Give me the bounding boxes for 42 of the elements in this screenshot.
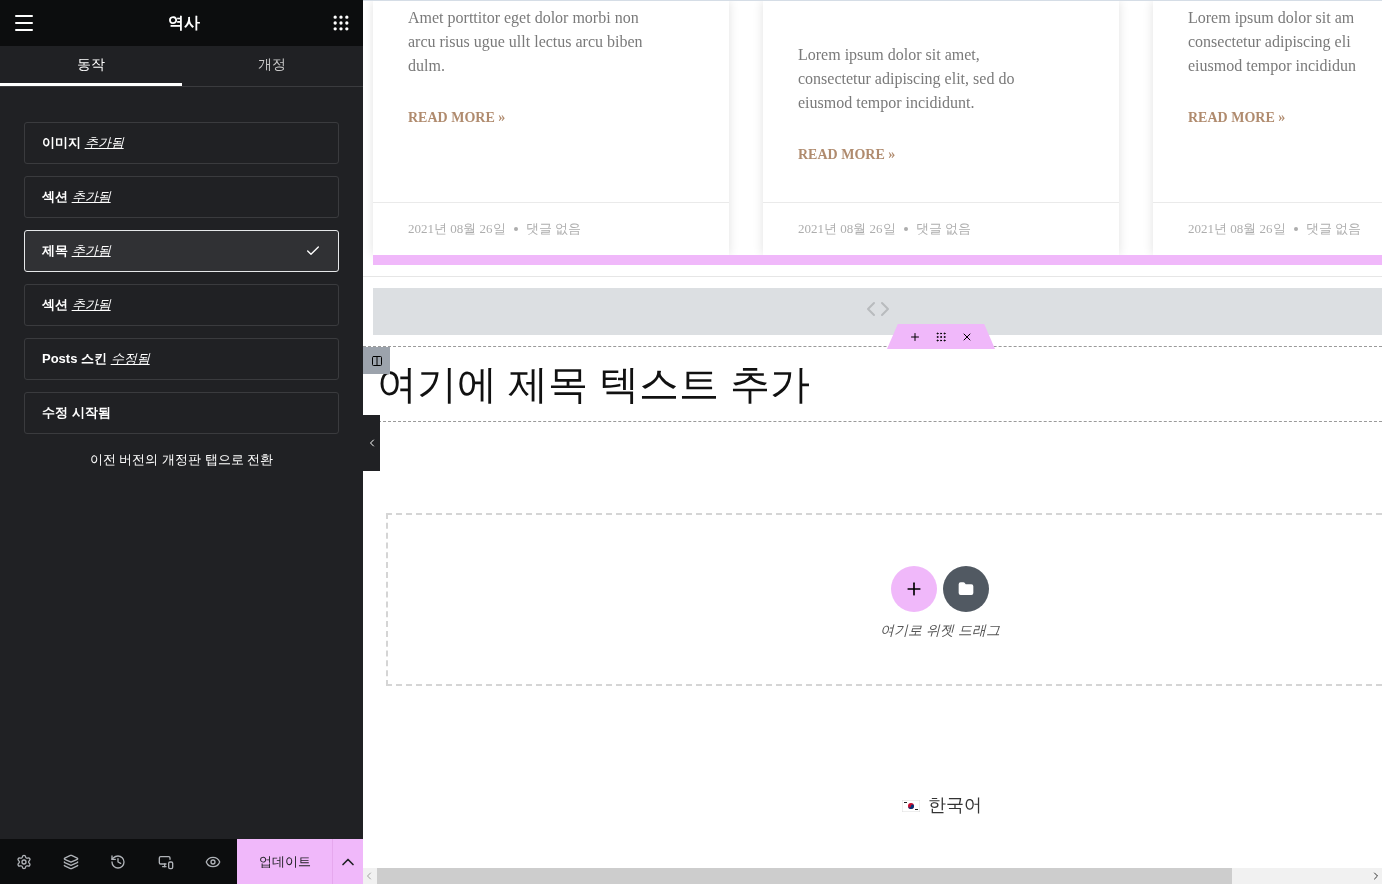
update-button[interactable]: 업데이트 xyxy=(237,839,332,884)
post-excerpt: Lorem ipsum dolor sit amet, consectetur adipiscing elit, sed do eiusmod tempor incididunt. xyxy=(798,45,1016,114)
layers-icon[interactable] xyxy=(63,853,80,870)
history-item[interactable]: Posts 스킨 수정됨 xyxy=(24,338,339,380)
panel-title: 역사 xyxy=(167,13,200,33)
history-item-label: 섹션 추가됨 xyxy=(42,188,111,207)
template-library-button[interactable] xyxy=(943,566,989,612)
post-excerpt: Amet porttitor eget dolor morbi non arcu risus ugue ullt lectus arcu biben dulm. xyxy=(408,8,644,76)
panel-tab[interactable]: 동작 xyxy=(0,46,182,86)
history-item[interactable]: 이미지 추가됨 xyxy=(24,122,339,164)
history-item-label: 이미지 추가됨 xyxy=(42,134,124,153)
post-excerpt: Lorem ipsum dolor sit am consectetur adipiscing eli eiusmod tempor incididun xyxy=(1188,8,1357,77)
post-comments: 댓글 없음 xyxy=(1305,220,1361,239)
columns-icon xyxy=(370,354,383,367)
panel-tab[interactable]: 개정 xyxy=(181,46,363,86)
history-item[interactable]: 수정 시작됨 xyxy=(24,392,339,434)
switch-revisions-link[interactable]: 이전 버전의 개정판 탭으로 전환 xyxy=(24,450,339,470)
post-comments: 댓글 없음 xyxy=(915,220,971,239)
history-item[interactable]: 섹션 추가됨 xyxy=(24,176,339,218)
history-icon[interactable] xyxy=(110,853,127,870)
horizontal-scrollbar[interactable] xyxy=(363,868,1382,884)
folder-icon xyxy=(958,581,974,597)
post-date: 2021년 08월 26일 xyxy=(408,220,506,239)
drop-hint: 여기로 위젯 드래그 xyxy=(880,621,1000,640)
history-item[interactable]: 섹션 추가됨 xyxy=(24,284,339,326)
history-item-label: 수정 시작됨 xyxy=(42,404,111,423)
post-date: 2021년 08월 26일 xyxy=(798,220,896,239)
settings-icon[interactable] xyxy=(15,853,32,870)
responsive-icon[interactable] xyxy=(157,853,174,870)
apps-grid-icon[interactable] xyxy=(331,13,351,33)
add-section-button[interactable] xyxy=(891,566,937,612)
history-item[interactable]: 제목 추가됨 xyxy=(24,230,339,272)
drag-handle-icon[interactable] xyxy=(935,330,947,343)
history-item-label: 제목 추가됨 xyxy=(42,242,111,261)
history-item-label: Posts 스킨 수정됨 xyxy=(42,350,150,369)
add-icon[interactable] xyxy=(909,330,921,343)
language-label[interactable]: 한국어 xyxy=(928,792,982,819)
heading-text: 여기에 제목 텍스트 추가 xyxy=(377,361,811,408)
flag-icon xyxy=(902,799,920,812)
history-item-label: 섹션 추가됨 xyxy=(42,296,111,315)
post-date: 2021년 08월 26일 xyxy=(1188,220,1286,239)
post-comments: 댓글 없음 xyxy=(525,220,581,239)
